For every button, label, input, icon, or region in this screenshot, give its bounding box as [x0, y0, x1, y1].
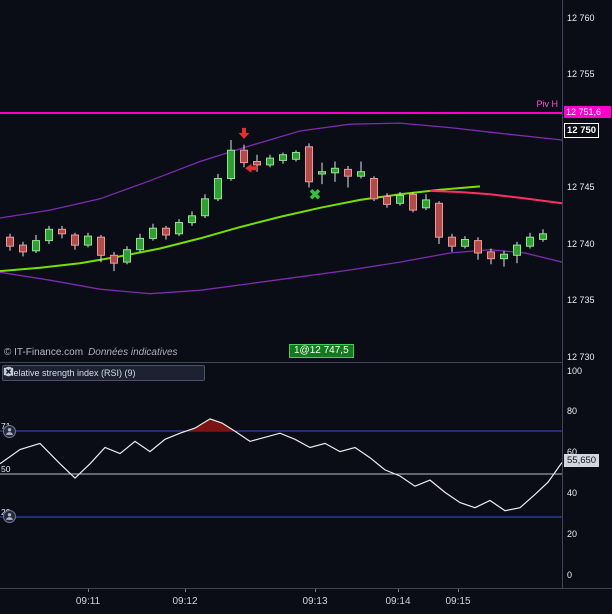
candle-down — [97, 236, 105, 256]
candle-down — [240, 149, 248, 164]
candle-up — [539, 233, 547, 240]
rsi-axis-label: 80 — [567, 406, 578, 417]
time-axis-label: 09:13 — [302, 596, 328, 607]
rsi-chart[interactable] — [0, 363, 562, 588]
candle-up — [292, 152, 300, 160]
level-drag-handle-icon[interactable] — [3, 510, 16, 524]
time-tick — [88, 589, 89, 592]
candle-down — [409, 193, 417, 211]
candle-down — [474, 240, 482, 254]
moving-average-pink[interactable] — [429, 189, 562, 205]
highlighted-price-label: 12 750 — [564, 123, 600, 138]
exit-cross-icon — [309, 189, 321, 200]
price-axis-label: 12 745 — [567, 182, 595, 192]
candle-up — [214, 178, 222, 200]
candle-down — [6, 236, 14, 247]
rsi-axis-label: 100 — [567, 365, 583, 376]
candle-down — [448, 236, 456, 247]
rsi-axis-label: 60 — [567, 447, 578, 458]
candle-up — [136, 237, 144, 251]
candle-down — [58, 228, 66, 235]
candle-down — [253, 161, 261, 166]
candle-down — [344, 168, 352, 177]
candle-up — [123, 249, 131, 263]
copyright-text: © IT-Finance.com — [4, 347, 84, 358]
rsi-axis-label: 0 — [567, 569, 573, 580]
candle-up — [357, 171, 365, 177]
candle-up — [279, 154, 287, 161]
moving-average-green[interactable] — [0, 185, 481, 273]
candle-down — [370, 178, 378, 200]
level-drag-handle-icon[interactable] — [3, 424, 16, 438]
candle-down — [110, 254, 118, 264]
time-tick — [315, 589, 316, 592]
candle-up — [500, 253, 508, 260]
candle-up — [266, 157, 274, 166]
time-tick — [398, 589, 399, 592]
candle-up — [318, 171, 326, 175]
wrench-icon[interactable] — [4, 366, 152, 379]
price-axis-label: 12 735 — [567, 295, 595, 305]
candle-down — [487, 251, 495, 260]
price-scale-axis[interactable]: 12 751,6 12 750 55,650 12 760 12 755 12 74… — [562, 0, 612, 588]
close-icon[interactable] — [3, 366, 200, 379]
candlestick-chart[interactable] — [0, 0, 562, 362]
rsi-axis-label: 20 — [567, 528, 578, 539]
open-position-badge[interactable]: 1@12 747,5 — [289, 344, 354, 358]
upper-bollinger-band[interactable] — [0, 122, 562, 219]
candle-up — [331, 167, 339, 174]
candle-up — [32, 240, 40, 252]
rsi-indicator-label[interactable]: Relative strength index (RSI) (9) — [7, 368, 136, 378]
time-axis-label: 09:15 — [445, 596, 471, 607]
price-axis-label: 12 755 — [567, 69, 595, 79]
candle-up — [45, 228, 53, 242]
time-scale-axis[interactable]: 09:11 09:12 09:13 09:14 09:15 — [0, 588, 612, 614]
candle-down — [383, 196, 391, 205]
sell-signal-arrow-icon — [238, 127, 250, 139]
price-axis-label: 12 730 — [567, 351, 595, 362]
alert-bell-icon[interactable] — [4, 366, 184, 379]
copyright-notice: © IT-Finance.com Données indicatives — [4, 347, 178, 358]
rsi-overbought-area — [186, 418, 235, 432]
candle-up — [84, 235, 92, 246]
candle-up — [461, 239, 469, 247]
price-chart-pane[interactable]: Piv H 1@12 747,5 © IT-Finance.com Données… — [0, 0, 562, 362]
candle-up — [201, 198, 209, 217]
snapshot-icon[interactable] — [3, 367, 168, 379]
pivot-price-badge: 12 751,6 — [564, 106, 611, 119]
rsi-indicator-pane[interactable]: Relative strength index (RSI) (9) 715029 — [0, 362, 562, 588]
rsi-axis-label: 40 — [567, 487, 578, 498]
candle-down — [162, 227, 170, 236]
time-axis-label: 09:12 — [172, 596, 198, 607]
candle-up — [513, 244, 521, 256]
price-axis-label: 12 760 — [567, 12, 595, 23]
candle-down — [305, 146, 313, 183]
pivot-line-label: Piv H — [536, 98, 558, 109]
time-tick — [458, 589, 459, 592]
candle-down — [19, 244, 27, 253]
rsi-header-bar: Relative strength index (RSI) (9) — [2, 365, 205, 381]
rsi-line[interactable] — [0, 418, 562, 512]
candle-up — [422, 199, 430, 209]
candle-up — [175, 222, 183, 235]
candle-up — [188, 215, 196, 224]
price-axis-label: 12 740 — [567, 238, 595, 249]
rsi-level-label-50: 50 — [1, 464, 11, 474]
disclaimer-text: Données indicatives — [88, 347, 178, 358]
candle-down — [71, 234, 79, 246]
trading-platform-chart: Piv H 1@12 747,5 © IT-Finance.com Données… — [0, 0, 612, 614]
time-tick — [185, 589, 186, 592]
candle-up — [227, 149, 235, 179]
time-axis-label: 09:14 — [385, 596, 411, 607]
candle-down — [435, 202, 443, 238]
candle-up — [526, 236, 534, 247]
candle-up — [149, 227, 157, 239]
candle-up — [396, 194, 404, 204]
time-axis-label: 09:11 — [75, 596, 101, 607]
